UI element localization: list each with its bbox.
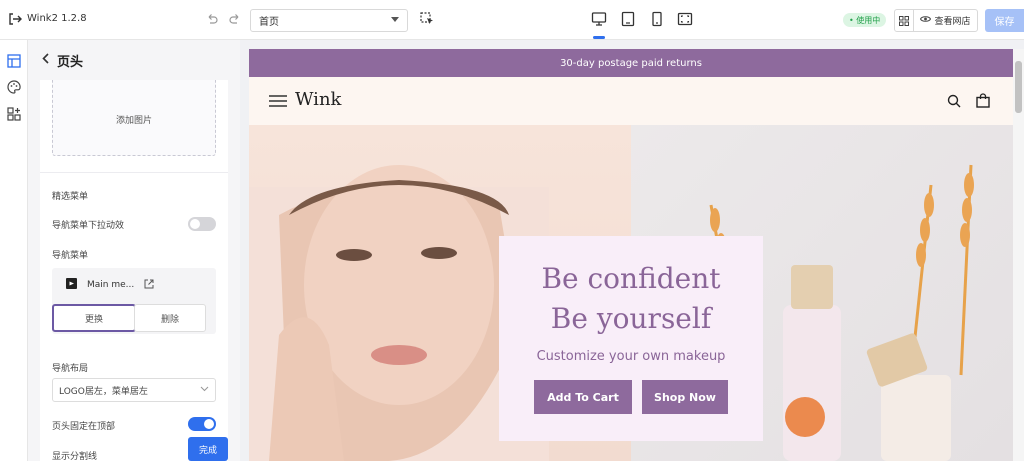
header-settings-card: 添加图片 精选菜单 导航菜单下拉动效 导航菜单 Main me... 更换 删除… (40, 80, 228, 461)
device-active-indicator (593, 36, 605, 39)
fullscreen-icon[interactable] (677, 11, 693, 27)
divider (40, 172, 228, 173)
view-store-button[interactable]: 查看网店 (913, 9, 978, 32)
add-image-label: 添加图片 (115, 116, 152, 126)
select-tool-icon[interactable] (420, 12, 434, 26)
editor-rail (0, 40, 28, 461)
save-button[interactable]: 保存 (985, 9, 1024, 32)
redo-icon[interactable] (229, 13, 241, 25)
shop-now-button[interactable]: Shop Now (642, 380, 728, 414)
view-store-label: 查看网店 (934, 17, 971, 27)
layout-icon[interactable] (7, 54, 21, 68)
app-title: Wink2 1.2.8 (27, 13, 87, 24)
back-chevron-icon[interactable] (42, 53, 49, 67)
panel-title: 页头 (57, 54, 84, 70)
delete-menu-button[interactable]: 删除 (134, 304, 206, 332)
undo-icon[interactable] (206, 13, 218, 25)
nav-layout-label: 导航布局 (52, 364, 89, 374)
dropdown-effect-label: 导航菜单下拉动效 (52, 221, 125, 231)
nav-menu-label: 导航菜单 (52, 251, 89, 261)
desktop-icon[interactable] (591, 11, 607, 27)
exit-icon[interactable] (8, 12, 22, 26)
hero-heading-line1: Be confident (541, 262, 721, 295)
page-select-value: 首页 (259, 17, 279, 28)
show-divider-label: 显示分割线 (52, 452, 98, 461)
dropdown-effect-toggle[interactable] (188, 217, 216, 231)
mobile-icon[interactable] (649, 11, 665, 27)
chevron-down-icon (200, 385, 209, 395)
hero-banner: Be confident Be yourself Customize your … (249, 125, 1013, 461)
shopping-bag-icon[interactable] (976, 93, 990, 108)
featured-menu-label: 精选菜单 (52, 192, 89, 202)
settings-panel: 页头 添加图片 精选菜单 导航菜单下拉动效 导航菜单 Main me... 更换… (28, 40, 266, 461)
nav-layout-select[interactable]: LOGO居左，菜单居左 (52, 378, 216, 402)
eye-icon (920, 15, 932, 26)
add-to-cart-button[interactable]: Add To Cart (534, 380, 632, 414)
nav-menu-name: Main me... (87, 280, 135, 290)
external-link-icon[interactable] (144, 279, 154, 292)
hero-heading-line2: Be yourself (550, 302, 712, 335)
page-select[interactable]: 首页 (250, 9, 408, 32)
store-preview: 30-day postage paid returns Wink Be conf… (249, 49, 1013, 461)
menu-icon (66, 278, 77, 292)
nav-layout-value: LOGO居左，菜单居左 (59, 386, 148, 397)
sticky-header-label: 页头固定在顶部 (52, 422, 116, 432)
store-header: Wink (249, 77, 1013, 125)
tablet-icon[interactable] (620, 11, 636, 27)
store-logo[interactable]: Wink (295, 89, 341, 110)
status-badge: • 使用中 (843, 13, 887, 27)
chevron-down-icon (391, 15, 399, 26)
preview-scrollbar[interactable] (1013, 49, 1024, 461)
announcement-bar: 30-day postage paid returns (249, 49, 1013, 77)
panel-header: 页头 (28, 40, 240, 80)
add-image-dropzone[interactable]: 添加图片 (52, 80, 216, 156)
done-button[interactable]: 完成 (188, 437, 228, 461)
hero-subtitle: Customize your own makeup (536, 349, 726, 364)
palette-icon[interactable] (7, 80, 21, 94)
search-icon[interactable] (947, 94, 961, 108)
nav-menu-row: Main me... (66, 278, 154, 292)
replace-menu-button[interactable]: 更换 (52, 304, 136, 332)
hamburger-icon[interactable] (269, 95, 287, 107)
editor-toolbar: Wink2 1.2.8 首页 • 使用中 查看网店 保存 (0, 0, 1024, 40)
sticky-header-toggle[interactable] (188, 417, 216, 431)
announcement-text: 30-day postage paid returns (560, 57, 702, 69)
grid-icon[interactable] (894, 9, 914, 32)
apps-add-icon[interactable] (7, 107, 21, 121)
